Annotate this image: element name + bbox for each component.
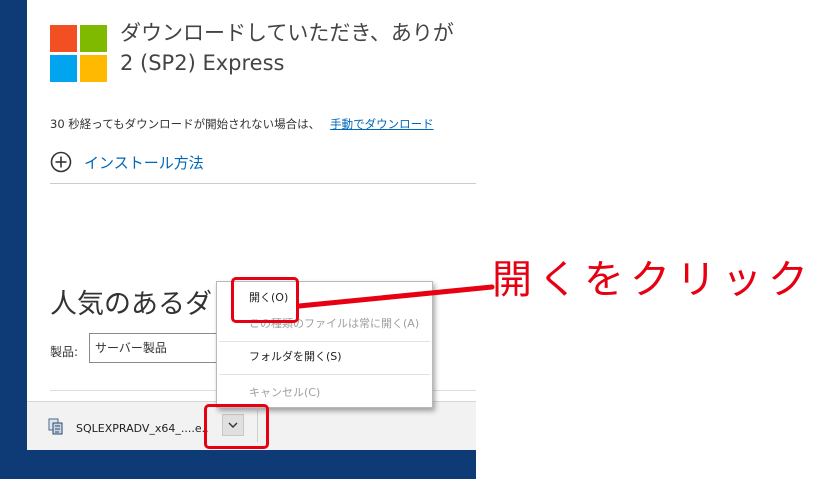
- annotation-label: 開くをクリック: [492, 257, 814, 303]
- callout-line: [296, 284, 495, 309]
